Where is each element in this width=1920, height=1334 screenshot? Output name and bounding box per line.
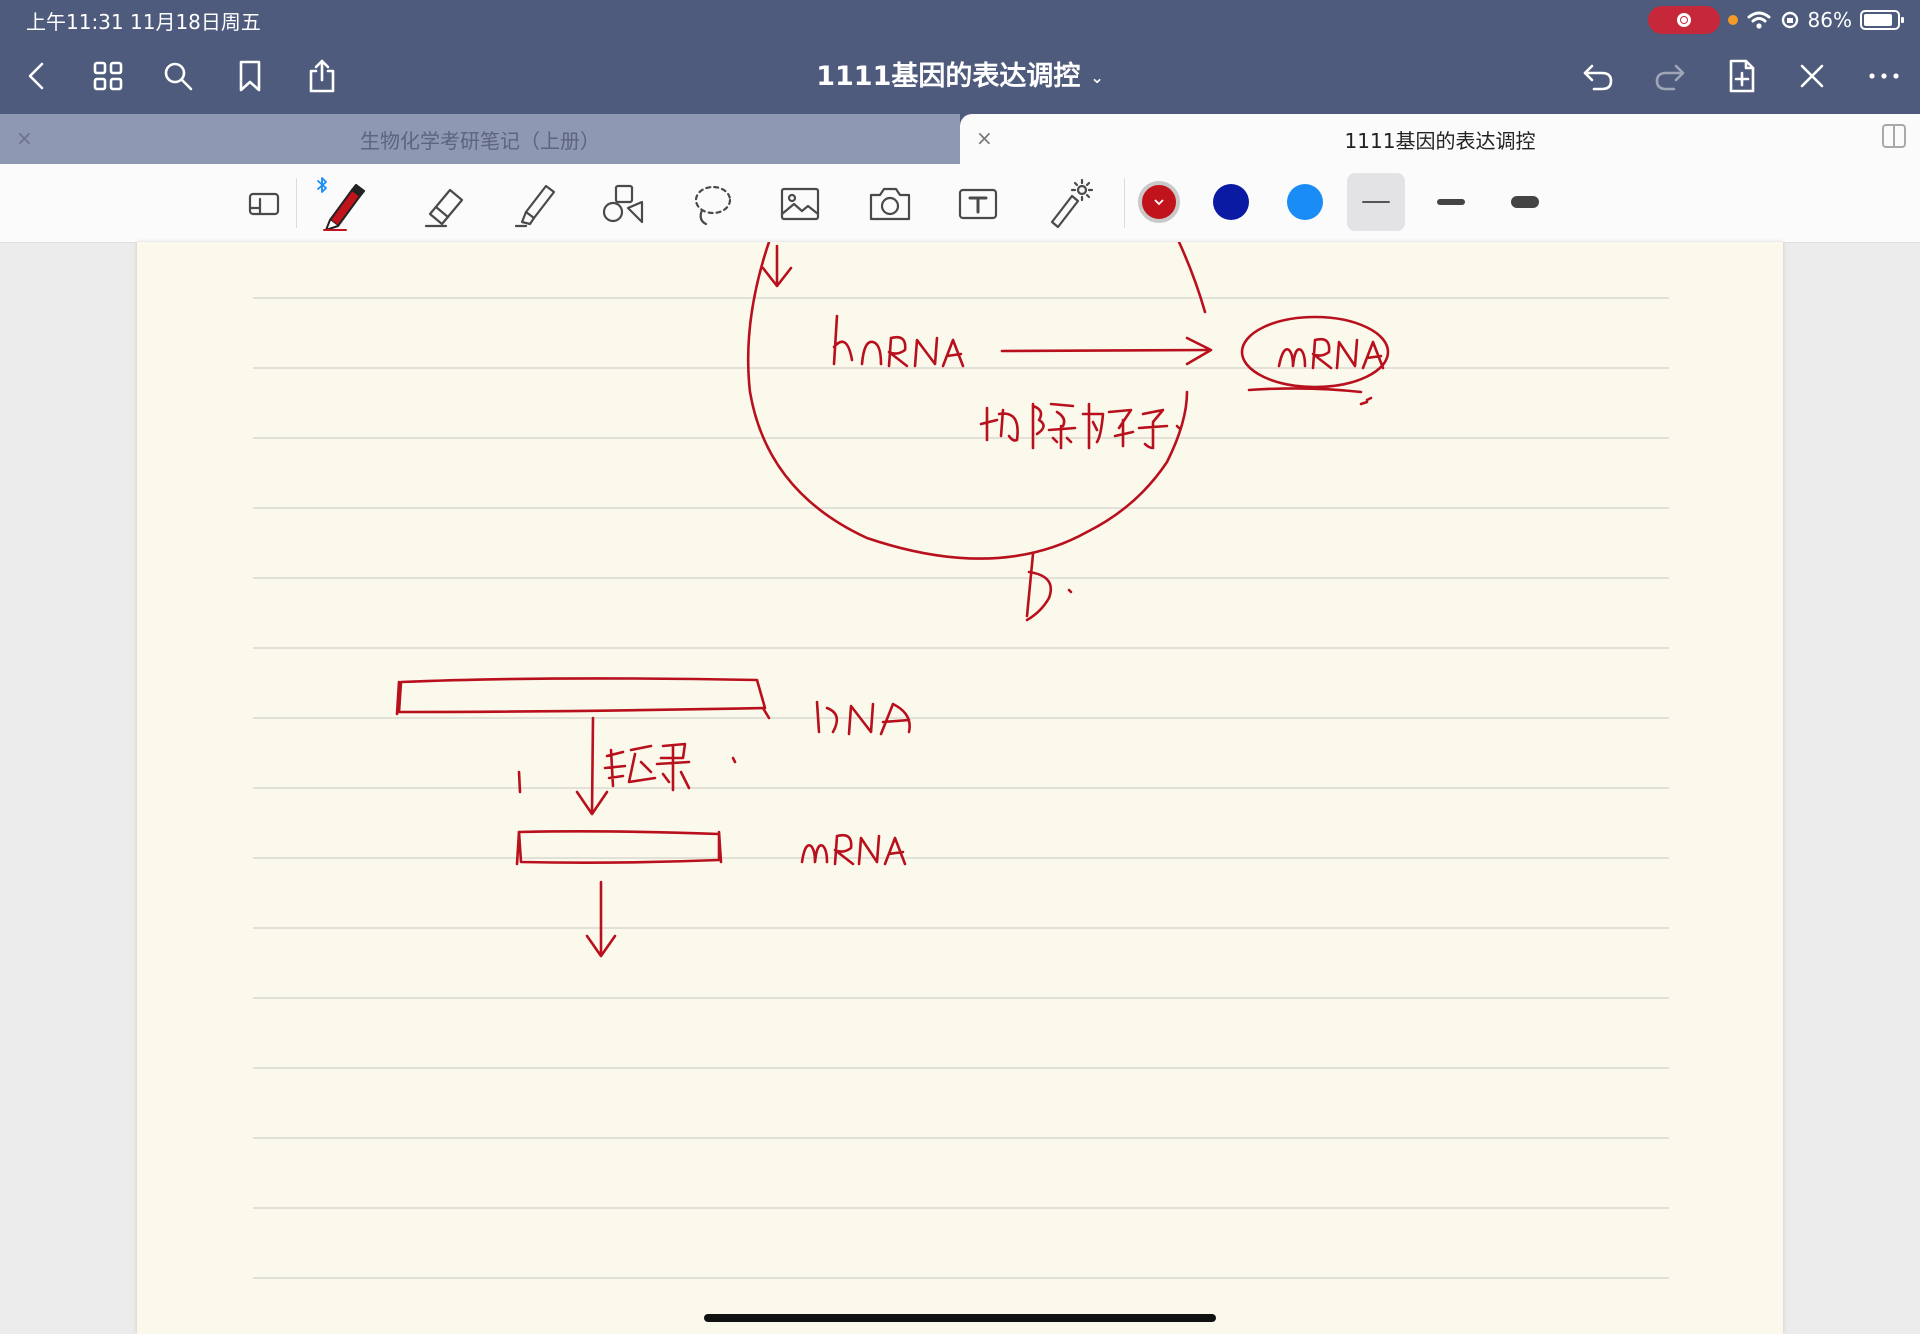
screen-recording-indicator[interactable] bbox=[1647, 6, 1720, 34]
thick-line-icon bbox=[1511, 196, 1539, 208]
lasso-icon bbox=[694, 185, 732, 226]
ink-text-mrna bbox=[800, 833, 907, 866]
shapes-icon bbox=[602, 184, 644, 224]
mic-in-use-dot bbox=[1727, 15, 1738, 25]
document-title[interactable]: 1111基因的表达调控 ⌄ bbox=[0, 54, 1920, 93]
battery-level bbox=[1864, 14, 1892, 26]
redo-button[interactable] bbox=[1646, 52, 1694, 100]
stroke-size-thin[interactable] bbox=[1347, 173, 1405, 231]
ink-underline-mrna bbox=[1247, 387, 1363, 394]
toolbar-divider bbox=[296, 178, 297, 228]
notebook-page[interactable] bbox=[137, 242, 1783, 1334]
add-page-icon bbox=[1729, 59, 1755, 93]
ink-arrow-right bbox=[1000, 348, 1211, 353]
image-tool[interactable] bbox=[772, 176, 828, 232]
shapes-tool[interactable] bbox=[596, 176, 652, 232]
highlighter-icon bbox=[514, 184, 556, 228]
battery-icon bbox=[1860, 10, 1904, 30]
text-tool[interactable] bbox=[950, 176, 1006, 232]
highlighter-tool[interactable] bbox=[506, 176, 562, 232]
undo-button[interactable] bbox=[1574, 52, 1622, 100]
ink-ticks bbox=[1359, 396, 1373, 406]
top-bar: 上午11:31 11月18日周五 86% 1111基因的表达调控 ⌄ bbox=[0, 0, 1920, 114]
bluetooth-icon bbox=[317, 177, 327, 193]
eraser-tool[interactable] bbox=[416, 176, 472, 232]
ink-text-transcription bbox=[603, 742, 691, 792]
document-tabs: × 生物化学考研笔记（上册） × 1111基因的表达调控 bbox=[0, 114, 1920, 164]
ink-dot bbox=[1175, 424, 1181, 430]
more-button[interactable] bbox=[1860, 52, 1908, 100]
ink-box-mrna bbox=[517, 830, 721, 864]
ink-circle-nucleus bbox=[746, 242, 1189, 560]
thin-line-icon bbox=[1362, 201, 1390, 203]
stroke-size-medium[interactable] bbox=[1422, 173, 1480, 231]
tab-close-button[interactable]: × bbox=[976, 126, 993, 150]
lasso-tool[interactable] bbox=[684, 176, 740, 232]
tab-label: 1111基因的表达调控 bbox=[1344, 128, 1536, 153]
toolbar-divider bbox=[1124, 178, 1125, 228]
pen-close-icon bbox=[1800, 64, 1824, 88]
ink-dot bbox=[1067, 588, 1073, 594]
ink-tick-left bbox=[517, 770, 522, 794]
eraser-icon bbox=[424, 188, 464, 228]
ink-arrow-transcription bbox=[590, 716, 595, 814]
ink-box-dna bbox=[397, 677, 767, 714]
color-swatch-red[interactable] bbox=[1138, 181, 1180, 223]
color-swatch-light-blue[interactable] bbox=[1287, 184, 1323, 220]
color-swatch-dark-blue[interactable] bbox=[1213, 184, 1249, 220]
pen-tool[interactable] bbox=[316, 176, 372, 232]
laser-pointer-icon bbox=[1050, 178, 1094, 229]
ink-text-hnrna bbox=[832, 314, 965, 368]
ink-circle-nucleus-top bbox=[1177, 242, 1207, 314]
undo-icon bbox=[1583, 64, 1613, 91]
camera-tool[interactable] bbox=[862, 176, 918, 232]
status-time: 上午11:31 11月18日周五 bbox=[26, 10, 261, 34]
ink-dot bbox=[731, 756, 737, 764]
tab-biochemistry-notes[interactable]: × 生物化学考研笔记（上册） bbox=[0, 114, 960, 164]
page-layout-icon bbox=[248, 192, 280, 216]
handwritten-ink bbox=[395, 242, 1390, 958]
split-view-icon[interactable] bbox=[1882, 124, 1906, 148]
stroke-size-thick[interactable] bbox=[1496, 173, 1554, 231]
status-indicators: 86% bbox=[1647, 6, 1904, 34]
redo-icon bbox=[1655, 64, 1685, 91]
image-icon bbox=[780, 187, 820, 221]
ink-text-excise-introns bbox=[979, 402, 1169, 450]
more-icon bbox=[1869, 73, 1899, 79]
chevron-down-icon: ⌄ bbox=[1090, 68, 1104, 87]
close-toolbar-button[interactable] bbox=[1788, 52, 1836, 100]
ink-box-mrna-ticks bbox=[515, 830, 723, 866]
hide-toolbar-button[interactable] bbox=[236, 176, 292, 232]
home-indicator bbox=[704, 1314, 1216, 1322]
tab-gene-expression[interactable]: × 1111基因的表达调控 bbox=[960, 114, 1920, 164]
ink-text-mrna-circled bbox=[1277, 337, 1385, 370]
text-box-icon bbox=[958, 188, 998, 220]
medium-line-icon bbox=[1437, 199, 1465, 205]
tab-close-button[interactable]: × bbox=[16, 126, 33, 150]
drawing-toolbar bbox=[0, 164, 1920, 243]
tab-label: 生物化学考研笔记（上册） bbox=[360, 128, 600, 153]
laser-pointer-tool[interactable] bbox=[1040, 176, 1096, 232]
battery-percent: 86% bbox=[1807, 8, 1852, 32]
camera-icon bbox=[869, 187, 911, 221]
ink-text-five bbox=[1025, 552, 1053, 622]
chevron-down-icon bbox=[1154, 199, 1164, 206]
ink-text-dna bbox=[815, 700, 911, 736]
orientation-lock-icon bbox=[1781, 11, 1798, 29]
wifi-icon bbox=[1747, 11, 1771, 29]
document-title-text: 1111基因的表达调控 bbox=[816, 61, 1081, 92]
add-page-button[interactable] bbox=[1718, 52, 1766, 100]
record-icon bbox=[1676, 13, 1691, 27]
